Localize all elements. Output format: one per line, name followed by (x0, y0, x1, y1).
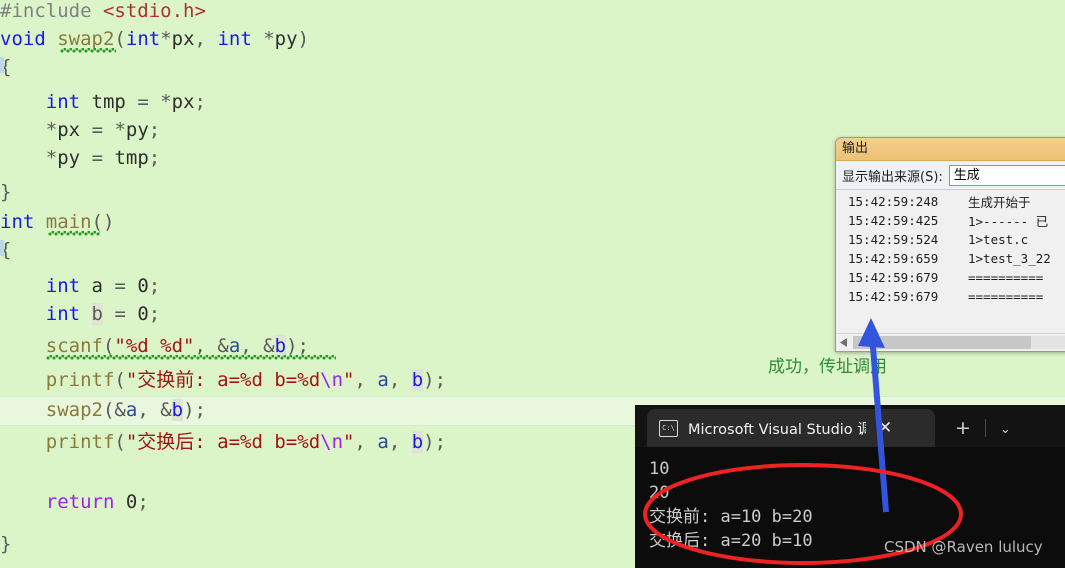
log-row: 15:42:59:248 生成开始于 (836, 192, 1065, 211)
console-line: 10 (649, 459, 670, 479)
scroll-left-arrow-icon[interactable] (836, 335, 852, 350)
console-line: 交换前: a=10 b=20 (649, 507, 813, 527)
code-line-brace-open-1[interactable]: { (0, 53, 1065, 81)
terminal-tab-bar[interactable]: C:\ Microsoft Visual Studio 调试控 ✕ + ⌄ (635, 405, 1065, 447)
code-line-include[interactable]: #include <stdio.h> (0, 0, 1065, 25)
squiggle-swap2-decl (60, 48, 116, 53)
output-log-area[interactable]: 15:42:59:248 生成开始于 15:42:59:425 1>------… (836, 190, 1065, 331)
output-source-label: 显示输出来源(S): (842, 169, 943, 185)
tab-bar-divider (984, 419, 986, 437)
log-time: 15:42:59:524 (848, 232, 939, 247)
output-tool-window[interactable]: 输出 显示输出来源(S): 生成 15:42:59:248 生成开始于 15:4… (835, 137, 1065, 352)
chevron-down-icon[interactable]: ⌄ (1000, 422, 1011, 437)
scrollbar-thumb[interactable] (853, 336, 1031, 349)
brace-guide-2 (0, 240, 4, 256)
scrollbar-track[interactable] (853, 336, 1065, 349)
log-message: ========== (968, 289, 1044, 304)
log-time: 15:42:59:425 (848, 213, 939, 228)
log-time: 15:42:59:679 (848, 270, 939, 285)
new-tab-icon[interactable]: + (955, 417, 971, 439)
watermark: CSDN @Raven lulucy (884, 538, 1043, 556)
squiggle-scanf (46, 355, 336, 360)
terminal-tab[interactable]: C:\ Microsoft Visual Studio 调试控 ✕ (647, 409, 935, 447)
log-row: 15:42:59:659 1>test_3_22 (836, 249, 1065, 268)
log-row: 15:42:59:679 ========== (836, 287, 1065, 306)
code-line-tmp[interactable]: int tmp = *px; (0, 88, 1065, 116)
log-row: 15:42:59:679 ========== (836, 268, 1065, 287)
code-line-swap2-decl[interactable]: void swap2(int*px, int *py) (0, 25, 1065, 53)
log-time: 15:42:59:659 (848, 251, 939, 266)
log-message: 1>test_3_22 (968, 251, 1051, 266)
annotation-green-note: 成功，传址调用 (768, 357, 887, 377)
output-window-title: 输出 (836, 138, 1065, 161)
output-source-combobox[interactable]: 生成 (948, 164, 1065, 186)
log-message: 1>------ 已 (968, 214, 1049, 229)
brace-guide-1 (0, 57, 4, 73)
log-row: 15:42:59:524 1>test.c (836, 230, 1065, 249)
log-message: 1>test.c (968, 232, 1029, 247)
output-horizontal-scrollbar[interactable] (836, 333, 1065, 351)
log-time: 15:42:59:679 (848, 289, 939, 304)
close-icon[interactable]: ✕ (878, 419, 892, 437)
log-message: ========== (968, 270, 1044, 285)
log-message: 生成开始于 (968, 195, 1031, 210)
console-prompt-icon: C:\ (659, 419, 678, 437)
log-row: 15:42:59:425 1>------ 已 (836, 211, 1065, 230)
squiggle-main (48, 231, 100, 236)
console-line: 20 (649, 483, 670, 503)
output-toolbar[interactable]: 显示输出来源(S): 生成 (836, 161, 1065, 190)
terminal-tab-title: Microsoft Visual Studio 调试控 (688, 421, 866, 438)
code-line-printf-before[interactable]: printf("交换前: a=%d b=%d\n", a, b); (0, 366, 1065, 394)
log-time: 15:42:59:248 (848, 194, 939, 209)
